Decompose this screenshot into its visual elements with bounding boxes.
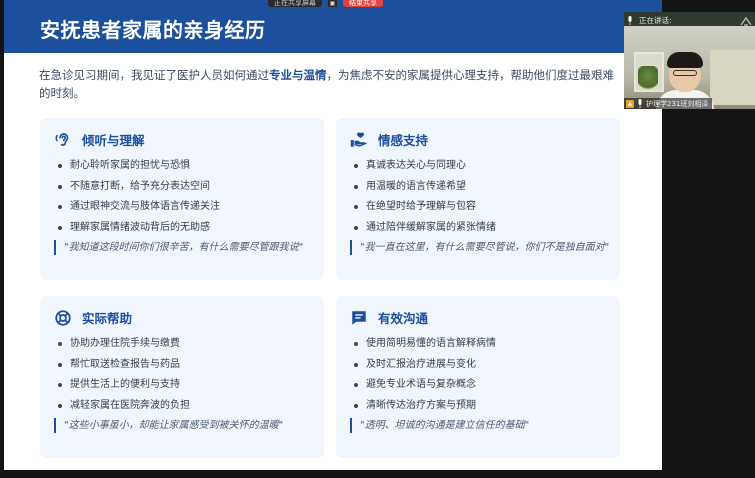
card-quote: "我知道这段时间你们很辛苦，有什么需要尽管跟我说" — [54, 240, 316, 255]
card-list: 耐心聆听家属的担忧与恐惧 不随意打断，给予充分表达空间 通过眼神交流与肢体语言传… — [58, 156, 220, 238]
list-item: 减轻家属在医院奔波的负担 — [58, 396, 190, 417]
share-status-text[interactable]: 正在共享屏幕 — [268, 0, 322, 7]
list-item: 真诚表达关心与同理心 — [354, 156, 496, 177]
card-quote: "透明、坦诚的沟通是建立信任的基础" — [350, 418, 612, 433]
slide-header: 安抚患者家属的亲身经历 — [4, 0, 662, 53]
card-header: 有效沟通 — [350, 308, 428, 327]
intro-highlight: 专业与温情 — [269, 68, 327, 82]
screen-share-toolbar: 正在共享屏幕 ▣ 结束共享 — [268, 0, 383, 7]
speaking-label: 正在讲话: — [639, 16, 672, 25]
list-item: 通过陪伴缓解家属的紧张情绪 — [354, 218, 496, 239]
card-header: 情感支持 — [350, 130, 428, 149]
card-header: 倾听与理解 — [54, 130, 145, 149]
list-item: 使用简明易懂的语言解释病情 — [354, 334, 496, 355]
participant-name: 护理学231班刘相泽 — [646, 99, 709, 108]
list-item: 耐心聆听家属的担忧与恐惧 — [58, 156, 220, 177]
participant-name-tag: ▲ 护理学231班刘相泽 — [624, 98, 713, 109]
list-item: 及时汇报治疗进展与变化 — [354, 355, 496, 376]
shared-slide: 安抚患者家属的亲身经历 在急诊见习期间，我见证了医护人员如何通过专业与温情，为焦… — [4, 0, 662, 470]
intro-text-1: 在急诊见习期间，我见证了医护人员如何通过 — [39, 68, 269, 82]
card-title: 有效沟通 — [378, 311, 429, 326]
list-item: 用温暖的语言传递希望 — [354, 177, 496, 198]
hand-heart-icon — [350, 132, 367, 147]
card-title: 实际帮助 — [82, 311, 133, 326]
ear-icon — [55, 132, 69, 146]
slide-intro: 在急诊见习期间，我见证了医护人员如何通过专业与温情，为焦虑不安的家属提供心理支持… — [39, 66, 624, 102]
video-feed — [624, 26, 755, 109]
list-item: 提供生活上的便利与支持 — [58, 375, 190, 396]
card-header: 实际帮助 — [54, 308, 132, 327]
expand-view-icon[interactable] — [739, 15, 753, 27]
list-item: 协助办理住院手续与缴费 — [58, 334, 190, 355]
card-practical-help: 实际帮助 协助办理住院手续与缴费 帮忙取送检查报告与药品 提供生活上的便利与支持… — [40, 296, 324, 458]
mic-icon — [628, 16, 632, 25]
chat-icon — [352, 310, 366, 325]
card-quote: "这些小事虽小，却能让家属感受到被关怀的温暖" — [54, 418, 316, 433]
host-badge-icon: ▲ — [626, 99, 634, 108]
card-effective-communication: 有效沟通 使用简明易懂的语言解释病情 及时汇报治疗进展与变化 避免专业术语与复杂… — [336, 296, 620, 458]
card-title: 情感支持 — [378, 133, 429, 148]
card-list: 使用简明易懂的语言解释病情 及时汇报治疗进展与变化 避免专业术语与复杂概念 清晰… — [354, 334, 496, 416]
participant-video[interactable]: 正在讲话: ▲ 护理学231班刘相泽 — [624, 12, 755, 109]
card-listening: 倾听与理解 耐心聆听家属的担忧与恐惧 不随意打断，给予充分表达空间 通过眼神交流… — [40, 118, 324, 280]
list-item: 在绝望时给予理解与包容 — [354, 197, 496, 218]
slide-title: 安抚患者家属的亲身经历 — [40, 18, 266, 42]
card-title: 倾听与理解 — [82, 133, 145, 148]
list-item: 清晰传达治疗方案与预期 — [354, 396, 496, 417]
card-quote: "我一直在这里，有什么需要尽管说，你们不是独自面对" — [350, 240, 612, 255]
card-list: 协助办理住院手续与缴费 帮忙取送检查报告与药品 提供生活上的便利与支持 减轻家属… — [58, 334, 190, 416]
share-options-icon[interactable]: ▣ — [328, 0, 337, 7]
list-item: 理解家属情绪波动背后的无助感 — [58, 218, 220, 239]
mic-icon — [638, 99, 642, 108]
list-item: 通过眼神交流与肢体语言传递关注 — [58, 197, 220, 218]
stop-share-button[interactable]: 结束共享 — [343, 0, 383, 7]
list-item: 帮忙取送检查报告与药品 — [58, 355, 190, 376]
list-item: 不随意打断，给予充分表达空间 — [58, 177, 220, 198]
speaking-indicator: 正在讲话: — [627, 15, 672, 26]
card-list: 真诚表达关心与同理心 用温暖的语言传递希望 在绝望时给予理解与包容 通过陪伴缓解… — [354, 156, 496, 238]
lifebuoy-icon — [55, 309, 71, 326]
card-emotional-support: 情感支持 真诚表达关心与同理心 用温暖的语言传递希望 在绝望时给予理解与包容 通… — [336, 118, 620, 280]
list-item: 避免专业术语与复杂概念 — [354, 375, 496, 396]
